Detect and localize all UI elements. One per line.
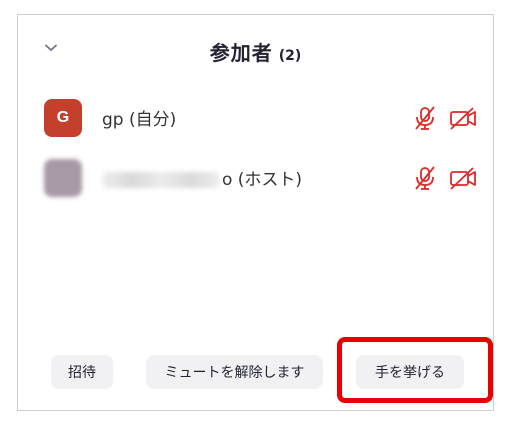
participant-row-self[interactable]: G gp (自分)	[18, 95, 493, 141]
panel-title: 参加者 (2)	[18, 37, 493, 66]
participant-count: (2)	[278, 48, 302, 64]
panel-header: 参加者 (2)	[18, 15, 493, 79]
raise-hand-button[interactable]: 手を挙げる	[356, 355, 464, 389]
participant-name-suffix: o (ホスト)	[222, 170, 303, 190]
invite-button[interactable]: 招待	[51, 355, 113, 389]
participant-name: gp (自分)	[102, 110, 177, 130]
participant-row-host[interactable]: o (ホスト)	[18, 155, 493, 201]
mic-muted-icon[interactable]	[412, 165, 438, 191]
redacted-name	[102, 172, 220, 188]
camera-off-icon[interactable]	[448, 165, 478, 191]
mic-muted-icon[interactable]	[412, 105, 438, 131]
participant-name: o (ホスト)	[102, 165, 302, 190]
unmute-all-button[interactable]: ミュートを解除します	[146, 355, 323, 389]
avatar	[44, 159, 82, 197]
avatar: G	[44, 99, 82, 137]
camera-off-icon[interactable]	[448, 105, 478, 131]
avatar-letter: G	[56, 109, 70, 126]
panel-title-text: 参加者	[209, 41, 273, 65]
participants-panel: 参加者 (2) G gp (自分) o (ホスト) 招待 ミュートを解除します …	[17, 14, 494, 411]
